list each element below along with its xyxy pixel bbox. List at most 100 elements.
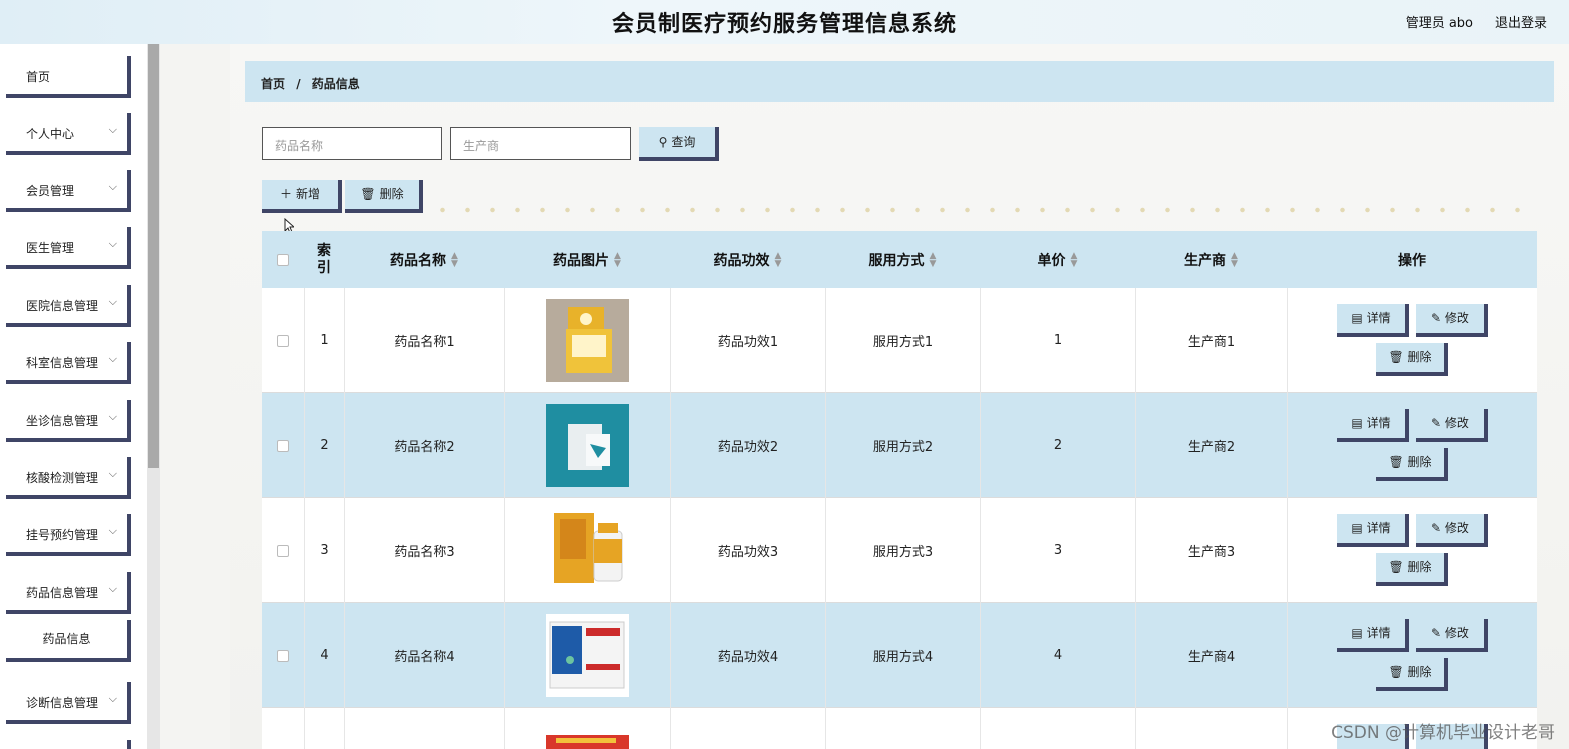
table-row: 3 药品名称3 药品功效3 服用方式3 3 生产商3 ▤ 详情 ✎ 修改 🗑 删… [262, 498, 1537, 603]
header-maker[interactable]: 生产商 ▲ ▼ [1135, 231, 1287, 288]
sidebar-item-profile[interactable]: 个人中心 ⌵ [6, 113, 131, 155]
cell-price: 3 [980, 498, 1135, 603]
medicine-image[interactable] [546, 614, 629, 697]
query-button[interactable]: ⚲ 查询 [639, 127, 719, 161]
header-usage[interactable]: 服用方式 ▲ ▼ [825, 231, 980, 288]
cell-index [304, 708, 344, 749]
sidebar-item-nucleic-test[interactable]: 核酸检测管理 ⌵ [6, 457, 131, 499]
edit-label: 修改 [1444, 626, 1469, 640]
sidebar-item-home[interactable]: 首页 [6, 56, 131, 98]
chevron-down-icon: ⌵ [108, 123, 117, 136]
sort-icon[interactable]: ▲ ▼ [1071, 251, 1078, 268]
table-header: 索引 药品名称 ▲ ▼ 药品图片 ▲ ▼ 药品功效 ▲ ▼ 服用方式 ▲ ▼ 单价 ▲ ▼ 生产商 ▲… [262, 231, 1537, 288]
chevron-down-icon: ⌵ [108, 467, 117, 480]
cell-maker: 生产商3 [1135, 498, 1287, 603]
detail-button[interactable]: ▤ 详情 [1337, 304, 1409, 337]
medicine-image[interactable] [546, 735, 629, 749]
logout-link[interactable]: 退出登录 [1495, 12, 1547, 31]
breadcrumb-home[interactable]: 首页 [261, 77, 285, 91]
bulk-delete-button[interactable]: 🗑 删除 [345, 180, 423, 213]
header-name[interactable]: 药品名称 ▲ ▼ [344, 231, 504, 288]
header-usage-label: 服用方式 [868, 252, 925, 269]
document-icon: ▤ [1351, 521, 1367, 535]
sidebar-scroll-thumb[interactable] [148, 44, 159, 468]
sort-icon[interactable]: ▲ ▼ [451, 251, 458, 268]
sidebar-item-label: 挂号预约管理 [26, 528, 99, 542]
sort-icon[interactable]: ▲ ▼ [775, 251, 782, 268]
cell-maker [1135, 708, 1287, 749]
cell-actions [1287, 603, 1537, 708]
edit-button[interactable]: ✎ 修改 [1416, 304, 1488, 337]
row-checkbox[interactable] [277, 334, 289, 347]
medicine-image[interactable] [546, 509, 629, 592]
chevron-down-icon: ⌵ [108, 410, 117, 423]
sidebar-item-hospitals[interactable]: 医院信息管理 ⌵ [6, 285, 131, 327]
row-checkbox[interactable] [277, 649, 289, 662]
sort-icon[interactable]: ▲ ▼ [930, 251, 937, 268]
sort-icon[interactable]: ▲ ▼ [1231, 251, 1238, 268]
sidebar-item-label: 首页 [26, 70, 51, 84]
document-icon: ▤ [1351, 626, 1367, 640]
table-row: 1 药品名称1 药品功效1 服用方式1 1 生产商1 ▤ 详情 ✎ 修改 🗑 删… [262, 288, 1537, 393]
sidebar-item-clinic-schedule[interactable]: 坐诊信息管理 ⌵ [6, 400, 131, 442]
edit-button[interactable]: ✎ 修改 [1416, 409, 1488, 442]
header-index-label: 索引 [317, 242, 331, 276]
medicine-name-input[interactable]: 药品名称 [262, 127, 442, 160]
sidebar-item-label: 核酸检测管理 [26, 471, 99, 485]
add-button[interactable]: ＋ 新增 [262, 180, 342, 213]
trash-icon: 🗑 [1388, 560, 1408, 574]
detail-label: 详情 [1366, 626, 1391, 640]
row-checkbox[interactable] [277, 439, 289, 452]
cell-index: 4 [304, 603, 344, 708]
table-row: 4 药品名称4 药品功效4 服用方式4 4 生产商4 ▤ 详情 ✎ 修改 🗑 删… [262, 603, 1537, 708]
header-index[interactable]: 索引 [304, 231, 344, 288]
chevron-down-icon: ⌵ [108, 180, 117, 193]
row-checkbox[interactable] [277, 544, 289, 557]
sidebar-item-doctors[interactable]: 医生管理 ⌵ [6, 227, 131, 269]
sidebar-item-members[interactable]: 会员管理 ⌵ [6, 170, 131, 212]
edit-button[interactable]: ✎ 修改 [1416, 514, 1488, 547]
header-price[interactable]: 单价 ▲ ▼ [980, 231, 1135, 288]
medicine-image[interactable] [546, 404, 629, 487]
cell-name: 药品名称2 [344, 393, 504, 498]
cell-price: 2 [980, 393, 1135, 498]
decorative-dots [430, 206, 1540, 214]
edit-button[interactable]: ✎ 修改 [1416, 619, 1488, 652]
cell-image [504, 498, 670, 603]
select-all-checkbox[interactable] [277, 253, 289, 266]
trash-icon: 🗑 [360, 187, 376, 201]
chevron-down-icon: ⌵ [108, 352, 117, 365]
header-maker-label: 生产商 [1184, 252, 1227, 269]
cell-name: 药品名称1 [344, 288, 504, 393]
sidebar-item-label: 诊断信息管理 [26, 696, 99, 710]
detail-button[interactable]: ▤ 详情 [1337, 619, 1409, 652]
delete-button[interactable]: 🗑 删除 [1376, 658, 1448, 691]
delete-button[interactable]: 🗑 删除 [1376, 343, 1448, 376]
header-effect[interactable]: 药品功效 ▲ ▼ [670, 231, 825, 288]
delete-button[interactable]: 🗑 删除 [1376, 448, 1448, 481]
sort-icon[interactable]: ▲ ▼ [614, 251, 621, 268]
pencil-icon: ✎ [1431, 311, 1445, 325]
sidebar-item-departments[interactable]: 科室信息管理 ⌵ [6, 342, 131, 384]
detail-button[interactable]: ▤ 详情 [1337, 409, 1409, 442]
sidebar-item-diagnosis[interactable]: 诊断信息管理 ⌵ [6, 682, 131, 724]
cell-effect: 药品功效2 [670, 393, 825, 498]
trash-icon: 🗑 [1388, 665, 1408, 679]
sidebar-item-registration[interactable]: 挂号预约管理 ⌵ [6, 514, 131, 556]
sidebar-subitem-medicine-info[interactable]: 药品信息 [6, 620, 131, 662]
detail-button[interactable]: ▤ 详情 [1337, 514, 1409, 547]
cell-index: 1 [304, 288, 344, 393]
delete-button[interactable]: 🗑 删除 [1376, 553, 1448, 586]
header-image[interactable]: 药品图片 ▲ ▼ [504, 231, 670, 288]
sidebar-item-more[interactable] [6, 740, 131, 749]
medicine-image[interactable] [546, 299, 629, 382]
cell-effect: 药品功效1 [670, 288, 825, 393]
cell-maker: 生产商4 [1135, 603, 1287, 708]
manufacturer-input[interactable]: 生产商 [450, 127, 631, 160]
app-title: 会员制医疗预约服务管理信息系统 [611, 12, 957, 37]
sidebar-item-medicine[interactable]: 药品信息管理 ⌵ [6, 572, 131, 614]
sidebar-item-label: 医生管理 [26, 241, 75, 255]
cell-image [504, 393, 670, 498]
header-name-label: 药品名称 [390, 252, 447, 269]
add-label: 新增 [296, 187, 321, 201]
